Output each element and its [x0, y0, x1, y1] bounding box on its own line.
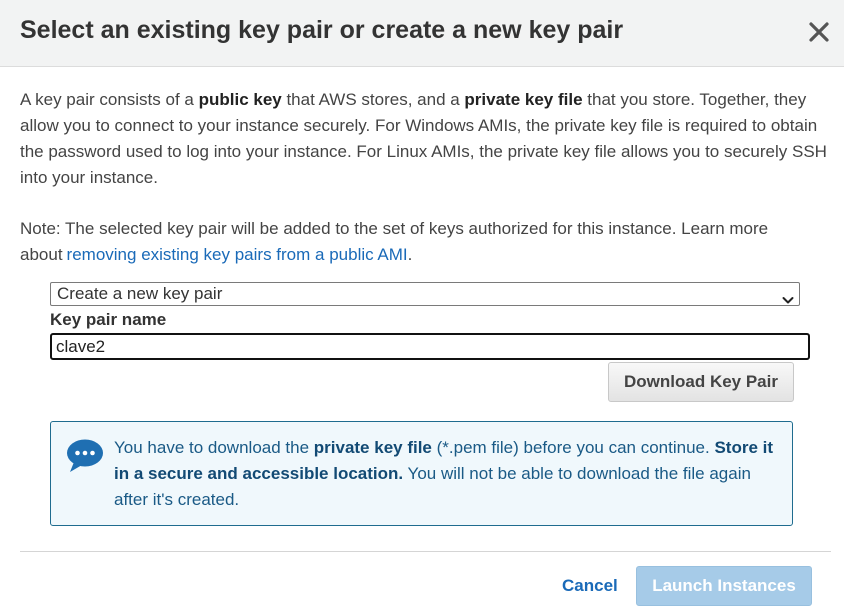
key-pair-name-label: Key pair name [50, 310, 167, 329]
key-pair-description: A key pair consists of a public key that… [20, 87, 832, 191]
info-bold-private-key: private key file [313, 438, 432, 457]
dialog-header: Select an existing key pair or create a … [0, 0, 844, 67]
download-key-pair-button[interactable]: Download Key Pair [608, 362, 794, 402]
chevron-down-icon [782, 289, 794, 311]
launch-instances-button[interactable]: Launch Instances [636, 566, 812, 606]
cancel-button[interactable]: Cancel [562, 576, 618, 596]
key-pair-name-input[interactable] [50, 333, 810, 360]
info-text: You have to download the private key fil… [114, 435, 789, 513]
note-end: . [407, 245, 413, 264]
intro-text-2: that AWS stores, and a [281, 90, 465, 109]
info-text-2: (*.pem file) before you can continue. [431, 438, 715, 457]
info-text-1: You have to download the [114, 438, 314, 457]
footer-divider [20, 551, 831, 552]
download-info-alert: You have to download the private key fil… [50, 421, 793, 526]
note-paragraph: Note: The selected key pair will be adde… [20, 216, 832, 268]
key-pair-select-value: Create a new key pair [57, 284, 223, 303]
key-pair-select[interactable]: Create a new key pair [50, 282, 800, 306]
speech-bubble-icon [65, 438, 105, 474]
remove-key-pairs-link[interactable]: removing existing key pairs from a publi… [67, 245, 408, 264]
intro-bold-private-key: private key file [464, 90, 583, 109]
intro-text-1: A key pair consists of a [20, 90, 199, 109]
close-icon[interactable] [808, 20, 830, 44]
dialog-title: Select an existing key pair or create a … [20, 16, 624, 44]
intro-bold-public-key: public key [198, 90, 282, 109]
